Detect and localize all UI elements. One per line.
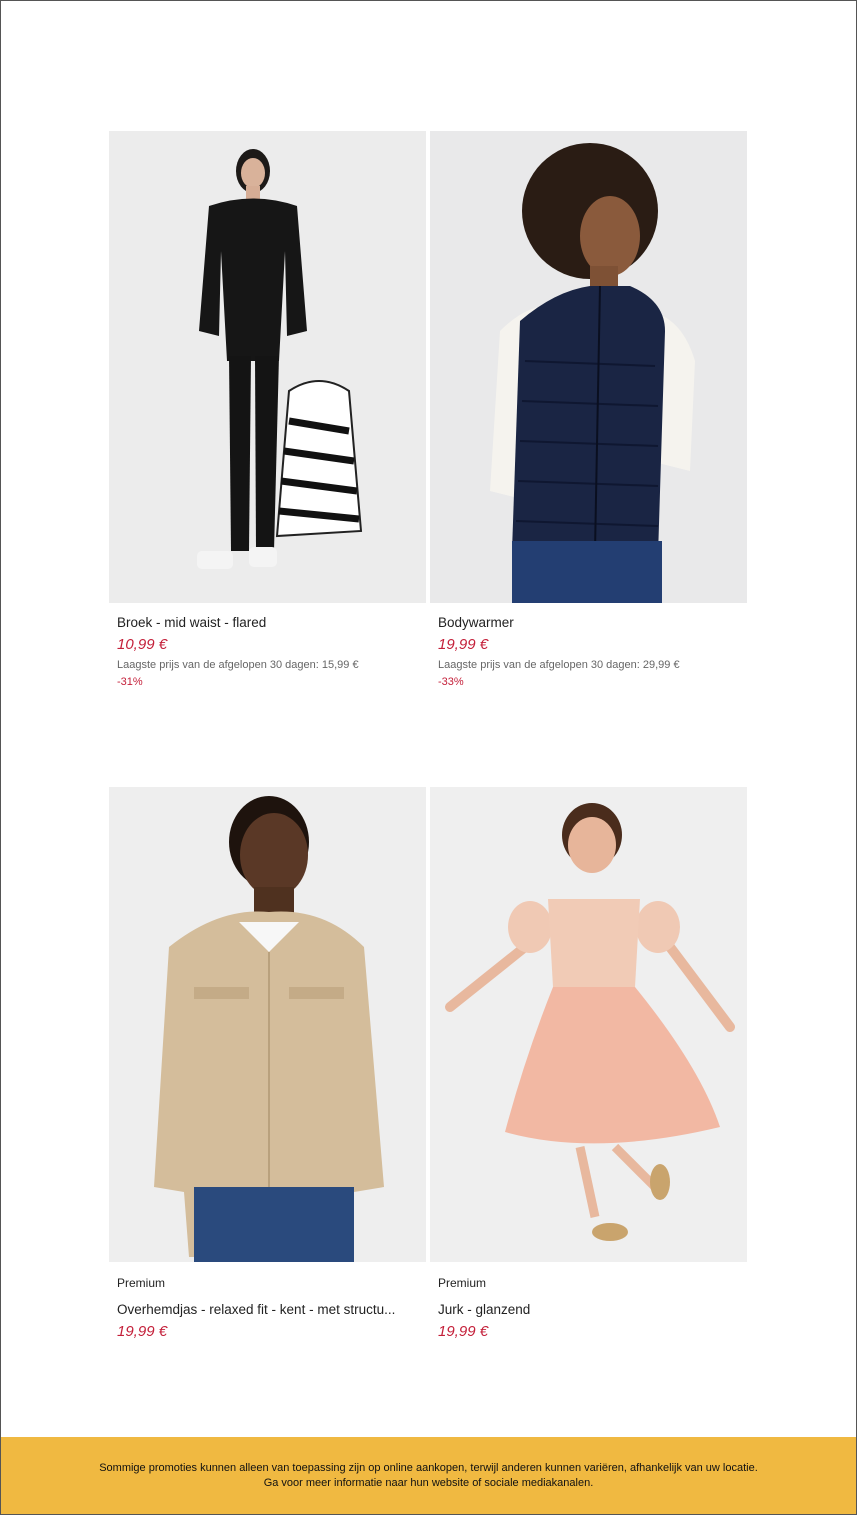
product-card[interactable]: Broek - mid waist - flared 10,99 € Laags…	[109, 131, 426, 688]
man-beige-jacket-photo[interactable]	[109, 787, 426, 1262]
product-card[interactable]: Premium Overhemdjas - relaxed fit - kent…	[109, 787, 426, 1340]
product-price: 19,99 €	[438, 636, 489, 653]
lowest-price-note: Laagste prijs van de afgelopen 30 dagen:…	[117, 659, 359, 671]
discount-label: -31%	[117, 676, 143, 688]
girl-pink-dress-photo[interactable]	[430, 787, 747, 1262]
lowest-price-note: Laagste prijs van de afgelopen 30 dagen:…	[438, 659, 680, 671]
product-name[interactable]: Jurk - glanzend	[430, 1302, 747, 1317]
product-name[interactable]: Overhemdjas - relaxed fit - kent - met s…	[109, 1302, 426, 1317]
product-card[interactable]: Bodywarmer 19,99 € Laagste prijs van de …	[430, 131, 747, 688]
product-price: 19,99 €	[117, 1323, 168, 1340]
disclaimer-banner: Sommige promoties kunnen alleen van toep…	[1, 1437, 856, 1514]
disclaimer-text: Sommige promoties kunnen alleen van toep…	[99, 1461, 758, 1489]
product-name[interactable]: Bodywarmer	[430, 615, 747, 630]
product-price: 10,99 €	[117, 636, 168, 653]
product-price: 19,99 €	[438, 1323, 489, 1340]
product-name[interactable]: Broek - mid waist - flared	[109, 615, 426, 630]
woman-navy-vest-photo[interactable]	[430, 131, 747, 603]
product-brand: Premium	[438, 1276, 487, 1290]
product-brand: Premium	[117, 1276, 166, 1290]
woman-black-outfit-photo[interactable]	[109, 131, 426, 603]
product-card[interactable]: Premium Jurk - glanzend 19,99 €	[430, 787, 747, 1340]
discount-label: -33%	[438, 676, 464, 688]
